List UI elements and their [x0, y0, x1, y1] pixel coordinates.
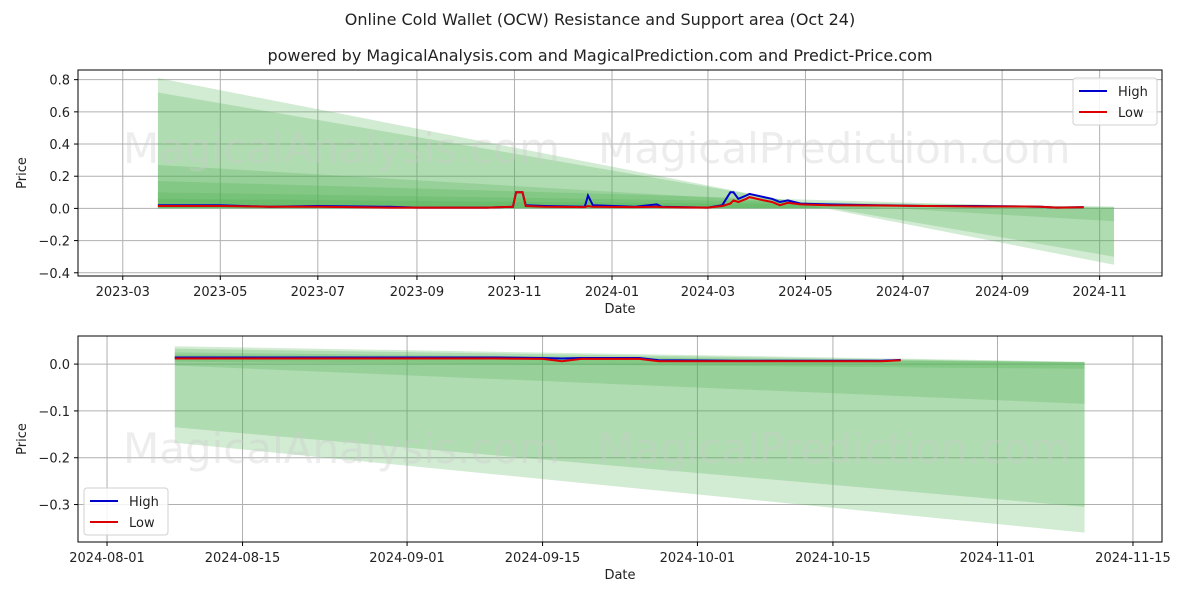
c2-x-tick-label: 2024-08-15	[205, 551, 281, 566]
c2-x-tick-label: 2024-09-15	[505, 551, 581, 566]
c2-y-tick-label: −0.2	[38, 452, 70, 467]
c2-x-tick-label: 2024-11-15	[1095, 551, 1171, 566]
c2-legend-label-high: High	[129, 495, 159, 510]
c2-y-tick-label: −0.1	[38, 405, 70, 420]
c2-y-tick-label: 0.0	[49, 358, 70, 373]
watermark-text: MagicalAnalysis.com	[123, 424, 560, 473]
c2-x-axis-label: Date	[604, 568, 635, 583]
watermark-text: MagicalPrediction.com	[598, 424, 1071, 473]
c2-legend-label-low: Low	[129, 516, 155, 531]
c2-x-tick-label: 2024-10-15	[795, 551, 871, 566]
c2-x-tick-label: 2024-09-01	[369, 551, 445, 566]
c2-y-axis-label: Price	[15, 423, 30, 455]
c2-legend: High Low	[83, 487, 169, 536]
bottom-chart: MagicalAnalysis.com MagicalPrediction.com…	[15, 335, 1171, 583]
c2-y-tick-label: −0.3	[38, 499, 70, 514]
c2-x-tick-label: 2024-10-01	[660, 551, 736, 566]
c2-x-tick-label: 2024-11-01	[960, 551, 1036, 566]
c2-x-tick-label: 2024-08-01	[69, 551, 145, 566]
